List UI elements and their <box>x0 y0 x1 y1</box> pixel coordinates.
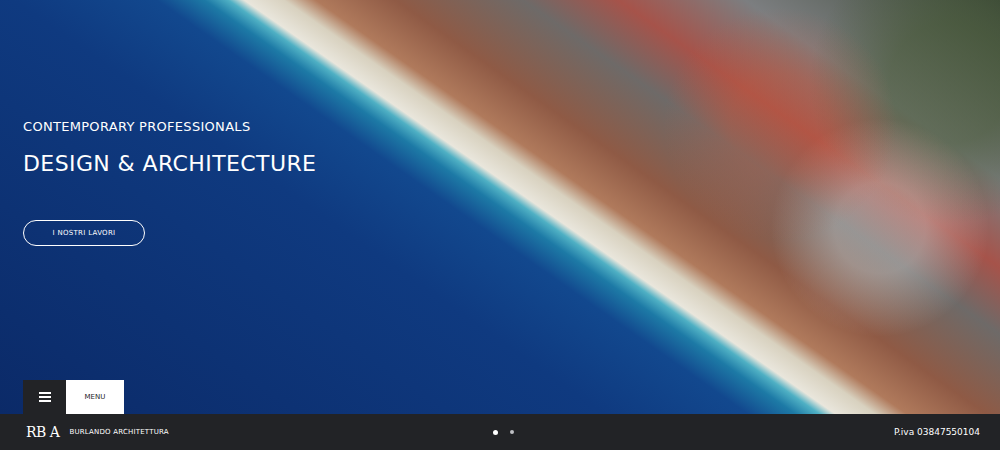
brand[interactable]: RB A BURLANDO ARCHITETTURA <box>26 424 493 440</box>
hamburger-icon <box>39 392 51 402</box>
footer-bar: RB A BURLANDO ARCHITETTURA P.iva 038475501… <box>0 414 1000 450</box>
brand-name: BURLANDO ARCHITETTURA <box>69 428 168 436</box>
slider-dot[interactable] <box>510 430 514 434</box>
logo: RB A <box>26 424 59 440</box>
menu-icon-box <box>23 380 66 414</box>
menu-label: MENU <box>66 380 124 414</box>
works-button[interactable]: I NOSTRI LAVORI <box>23 220 145 246</box>
slider-dot[interactable] <box>493 430 498 435</box>
menu-button[interactable]: MENU <box>23 380 124 414</box>
slider-dots <box>493 430 514 435</box>
hero-title: DESIGN & ARCHITECTURE <box>23 150 1000 178</box>
page: CONTEMPORARY PROFESSIONALS DESIGN & ARCHI… <box>0 0 1000 450</box>
hero: CONTEMPORARY PROFESSIONALS DESIGN & ARCHI… <box>0 0 1000 414</box>
hero-subtitle: CONTEMPORARY PROFESSIONALS <box>23 118 1000 136</box>
vat-number: P.iva 03847550104 <box>894 427 980 437</box>
